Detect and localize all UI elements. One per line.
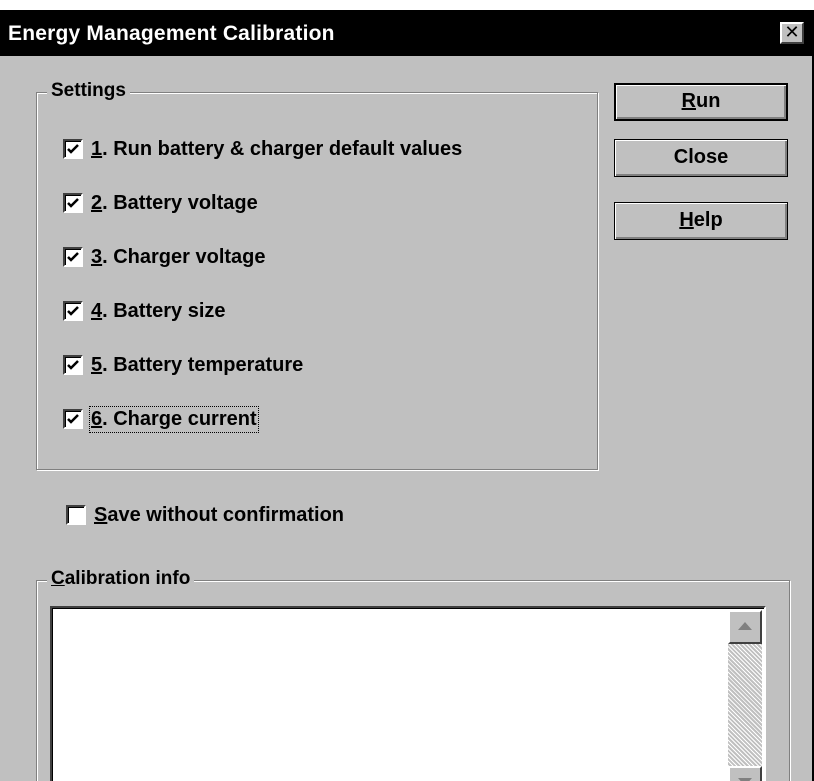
setting-checkbox-2[interactable]: [63, 193, 83, 213]
calibration-info-legend: Calibration info: [47, 568, 195, 590]
dialog-window: Energy Management Calibration ✕ Settings…: [0, 10, 814, 781]
scroll-down-arrow-icon: [738, 778, 752, 781]
close-label: Close: [673, 146, 729, 168]
settings-group: Settings 1. Run battery & charger defaul…: [36, 80, 598, 470]
run-button[interactable]: Run: [614, 83, 788, 121]
setting-label-1: 1. Run battery & charger default values: [91, 138, 463, 160]
settings-legend: Settings: [47, 80, 130, 102]
setting-label-5: 5. Battery temperature: [91, 354, 304, 376]
setting-label-6: 6. Charge current: [89, 406, 259, 433]
close-icon: ✕: [784, 22, 800, 42]
setting-checkbox-4[interactable]: [63, 301, 83, 321]
close-button[interactable]: Close: [614, 139, 788, 177]
calibration-info-scrollbar[interactable]: [728, 610, 762, 781]
check-mark-icon: [67, 198, 79, 208]
run-mnemonic: R: [681, 90, 696, 112]
setting-checkbox-6[interactable]: [63, 409, 83, 429]
run-label: un: [696, 90, 721, 112]
calibration-info-textarea[interactable]: [50, 606, 766, 781]
scroll-up-arrow-icon: [738, 622, 752, 630]
help-label: elp: [693, 209, 723, 231]
save-option-label: Save without confirmation: [94, 504, 345, 526]
check-mark-icon: [67, 306, 79, 316]
setting-checkbox-1[interactable]: [63, 139, 83, 159]
check-mark-icon: [67, 360, 79, 370]
title-bar[interactable]: Energy Management Calibration ✕: [0, 12, 812, 56]
setting-checkbox-3[interactable]: [63, 247, 83, 267]
help-mnemonic: H: [679, 209, 694, 231]
help-button[interactable]: Help: [614, 202, 788, 240]
check-mark-icon: [67, 252, 79, 262]
check-mark-icon: [67, 144, 79, 154]
setting-label-2: 2. Battery voltage: [91, 192, 258, 214]
scroll-up-button[interactable]: [728, 610, 762, 644]
setting-label-4: 4. Battery size: [91, 300, 226, 322]
close-window-button[interactable]: ✕: [780, 22, 804, 44]
save-without-confirmation-checkbox[interactable]: [66, 505, 86, 525]
check-mark-icon: [67, 414, 79, 424]
setting-label-3: 3. Charger voltage: [91, 246, 266, 268]
setting-checkbox-5[interactable]: [63, 355, 83, 375]
window-title: Energy Management Calibration: [8, 22, 335, 45]
